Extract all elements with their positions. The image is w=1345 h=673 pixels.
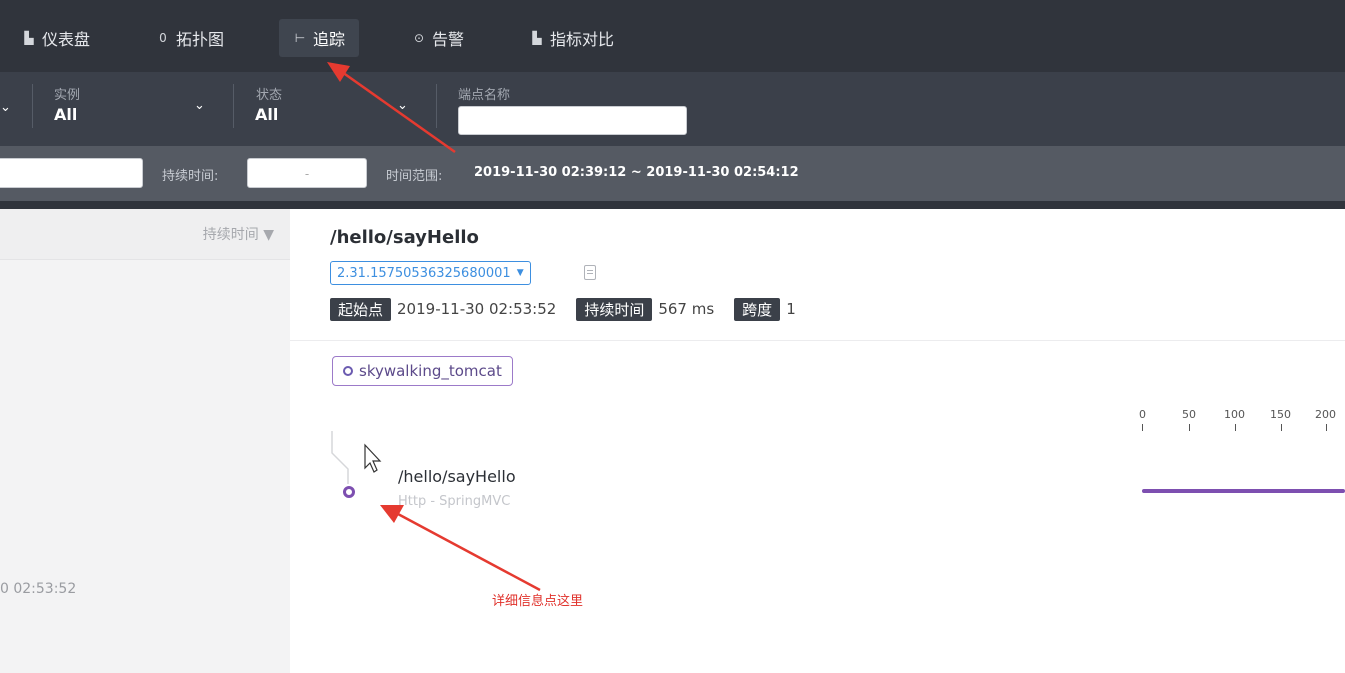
red-arrow-line [341,70,456,154]
red-arrow-head [327,62,350,82]
annotation-text: 详细信息点这里 [492,594,584,609]
annotation-overlay [327,62,541,592]
mouse-cursor-icon [364,443,382,473]
red-arrow-line [397,512,541,592]
